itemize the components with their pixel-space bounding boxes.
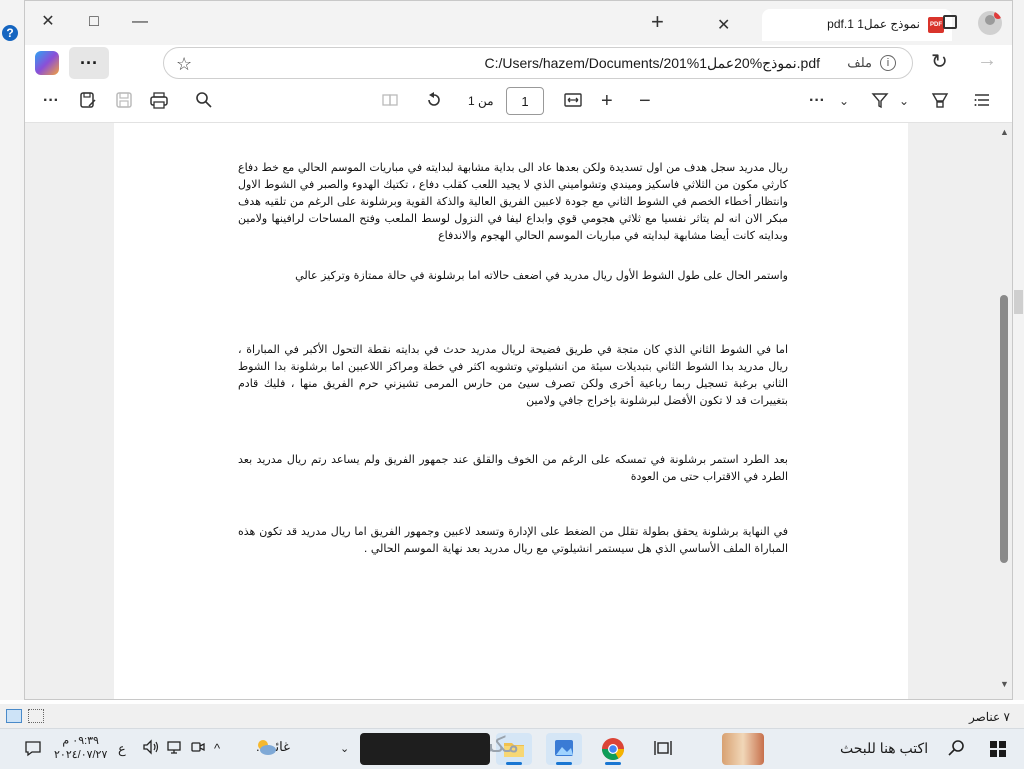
show-hidden-icons-chevron[interactable]: ^: [214, 739, 220, 759]
taskbar-clock[interactable]: ٠٩:٣٩ م ٢٠٢٤/٠٧/٢٧: [54, 734, 107, 762]
search-icon-taskbar[interactable]: [948, 739, 966, 763]
tab-active[interactable]: PDF نموذج عمل1 pdf.1 ✕: [717, 9, 952, 41]
notification-dot: [994, 11, 1002, 19]
zoom-out-icon[interactable]: −: [639, 91, 651, 111]
taskbar: اكتب هنا للبحث مكسات ⌄ غائم... ^ ع ٠٩:٣٩…: [0, 728, 1024, 769]
network-icon[interactable]: [166, 739, 182, 761]
notifications-icon[interactable]: [24, 739, 42, 763]
paragraph-1: ريال مدريد سجل هدف من اول تسديدة ولكن بع…: [238, 161, 788, 242]
tab-title: نموذج عمل1 pdf.1: [827, 17, 920, 31]
pdf-toolbar: ··· من 1 1 + − ··· ⌄ ⌄: [25, 81, 1012, 123]
details-view-icon[interactable]: [6, 709, 22, 723]
paragraph-3: اما في الشوط الثاني الذي كان متجة في طري…: [238, 343, 788, 407]
viewer-scrollbar[interactable]: ▲ ▼: [998, 123, 1010, 699]
profile-avatar[interactable]: [978, 11, 1002, 35]
paragraph-4: بعد الطرد استمر برشلونة في تمسكه على الر…: [238, 453, 788, 483]
address-bar[interactable]: ☆ C:/Users/hazem/Documents/201%1نموذج%20…: [163, 47, 913, 79]
background-window-left: ?: [0, 0, 24, 700]
highlight-icon[interactable]: [931, 91, 949, 115]
items-count: ٧ عناصر: [968, 710, 1010, 724]
copilot-icon[interactable]: [35, 51, 59, 75]
help-icon[interactable]: ?: [2, 25, 18, 41]
pdf-more-icon[interactable]: ···: [43, 91, 59, 111]
clock-time: ٠٩:٣٩ م: [62, 735, 99, 747]
chrome-icon[interactable]: [595, 733, 631, 765]
scroll-down-icon[interactable]: ▼: [1000, 679, 1009, 689]
zoom-in-icon[interactable]: +: [601, 91, 613, 111]
fit-width-icon[interactable]: [563, 91, 583, 115]
save-icon[interactable]: [115, 91, 133, 115]
weather-cloudy-icon[interactable]: [254, 737, 278, 763]
paragraph-2: واستمر الحال على طول الشوط الأول ريال مد…: [295, 269, 788, 282]
overflow-chevron-icon[interactable]: ⌄: [340, 739, 349, 759]
close-icon: ✕: [41, 13, 55, 30]
background-window-right: [1013, 0, 1024, 700]
favorite-star-icon[interactable]: ☆: [176, 54, 192, 75]
scrollbar-thumb[interactable]: [1000, 295, 1008, 563]
draw-options-chevron-icon[interactable]: ⌄: [899, 91, 909, 111]
pinned-app-dark[interactable]: [360, 733, 490, 765]
news-widget-icon[interactable]: [722, 733, 764, 765]
address-bar-row: ··· ☆ C:/Users/hazem/Documents/201%1نموذ…: [25, 45, 1012, 81]
close-window-button[interactable]: ✕: [33, 9, 63, 35]
save-as-icon[interactable]: [79, 91, 97, 115]
input-language-indicator[interactable]: ع: [118, 739, 126, 759]
contents-icon[interactable]: [973, 91, 991, 115]
pdf-page: ريال مدريد سجل هدف من اول تسديدة ولكن بع…: [114, 123, 908, 699]
more-icon: ···: [80, 53, 98, 73]
windows-start-icon[interactable]: [990, 741, 1006, 757]
maximize-window-button[interactable]: □: [79, 9, 109, 35]
rotate-icon[interactable]: [425, 91, 443, 115]
minimize-window-button[interactable]: —: [125, 9, 155, 35]
reload-button[interactable]: ↻: [931, 49, 948, 74]
site-info-icon[interactable]: i: [880, 55, 896, 71]
search-icon[interactable]: [195, 91, 213, 115]
title-bar: ✕ □ — + PDF نموذج عمل1 pdf.1 ✕: [25, 1, 1012, 45]
maximize-icon: □: [89, 13, 99, 30]
clock-date: ٢٠٢٤/٠٧/٢٧: [54, 749, 108, 761]
page-count-label: من 1: [468, 94, 494, 108]
page-number-input[interactable]: 1: [506, 87, 544, 115]
chevron-down-icon[interactable]: ⌄: [839, 91, 849, 111]
new-tab-button[interactable]: +: [651, 10, 664, 34]
pdf-viewer[interactable]: ريال مدريد سجل هدف من اول تسديدة ولكن بع…: [25, 123, 1012, 699]
more-options-button[interactable]: ···: [69, 47, 109, 79]
task-view-icon[interactable]: [654, 739, 672, 763]
tab-close-button[interactable]: ✕: [717, 15, 730, 35]
minimize-icon: —: [132, 13, 148, 30]
volume-icon[interactable]: [142, 739, 160, 761]
forward-button[interactable]: →: [977, 49, 997, 72]
print-icon[interactable]: [149, 91, 169, 115]
file-scheme-label: ملف: [847, 55, 872, 70]
meet-now-icon[interactable]: [190, 739, 206, 761]
browser-window: ✕ □ — + PDF نموذج عمل1 pdf.1 ✕ ··· ☆ C:/…: [24, 0, 1013, 700]
more-tools-icon[interactable]: ···: [809, 91, 825, 111]
url-text[interactable]: C:/Users/hazem/Documents/201%1نموذج%20عم…: [485, 55, 821, 72]
photos-app-icon[interactable]: [546, 733, 582, 765]
background-scrollbar: [1014, 290, 1023, 314]
sidebar-toggle-icon[interactable]: [943, 15, 957, 29]
draw-icon[interactable]: [871, 91, 889, 115]
page-view-icon[interactable]: [381, 91, 399, 115]
explorer-status-bar: ٧ عناصر: [0, 704, 1024, 728]
paragraph-5: في النهاية برشلونة يحقق بطولة تقلل من ال…: [238, 525, 788, 555]
plus-icon: +: [651, 9, 664, 34]
list-view-icon[interactable]: [28, 709, 44, 723]
scroll-up-icon[interactable]: ▲: [1000, 127, 1009, 137]
taskbar-search-box[interactable]: اكتب هنا للبحث: [840, 740, 928, 757]
pdf-file-icon: PDF: [928, 17, 944, 33]
